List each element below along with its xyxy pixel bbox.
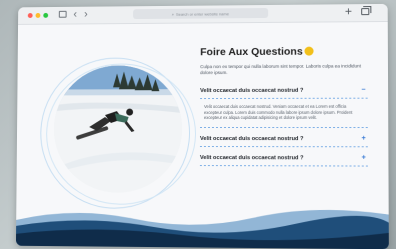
- forward-icon[interactable]: ›: [84, 8, 88, 22]
- page-content: Foire Aux Questions Culpa non ex tempor …: [15, 21, 389, 249]
- address-placeholder: Search or enter website name: [175, 10, 229, 17]
- back-icon[interactable]: ‹: [73, 8, 77, 22]
- faq-question-2[interactable]: Velit occaecat duis occaecat nostrud ? +: [200, 132, 368, 146]
- hero-photo: [53, 65, 183, 194]
- zoom-window-button[interactable]: [43, 12, 49, 18]
- footer-wave: [15, 207, 389, 249]
- faq-section: Foire Aux Questions Culpa non ex tempor …: [199, 44, 368, 167]
- faq-question-3[interactable]: Velit occaecat duis occaecat nostrud ? +: [200, 151, 368, 166]
- expand-icon[interactable]: +: [362, 132, 366, 146]
- faq-question-1[interactable]: Velit occaecat duis occaecat nostrud ? −: [200, 84, 368, 98]
- sidebar-icon[interactable]: [58, 10, 67, 18]
- faq-question-text: Velit occaecat duis occaecat nostrud ?: [199, 154, 304, 161]
- close-window-button[interactable]: [27, 13, 33, 18]
- divider: [199, 126, 368, 128]
- faq-question-text: Velit occaecat duis occaecat nostrud ?: [199, 135, 304, 142]
- browser-window: ‹ › ⌕ Search or enter website name + Foi…: [15, 3, 389, 249]
- address-bar[interactable]: ⌕ Search or enter website name: [133, 7, 269, 20]
- new-tab-icon[interactable]: +: [345, 4, 352, 18]
- faq-title: Foire Aux Questions: [200, 44, 367, 59]
- minimize-window-button[interactable]: [35, 13, 41, 18]
- smiling-face-icon: [304, 46, 314, 56]
- tabs-overview-icon[interactable]: [361, 8, 370, 16]
- faq-title-text: Foire Aux Questions: [200, 45, 303, 59]
- faq-question-text: Velit occaecat duis occaecat nostrud ?: [200, 88, 304, 95]
- expand-icon[interactable]: +: [362, 151, 366, 165]
- faq-intro: Culpa non ex tempor qui nulla laborum si…: [200, 63, 361, 76]
- collapse-icon[interactable]: −: [361, 84, 365, 98]
- search-icon: ⌕: [171, 11, 174, 17]
- faq-answer-1: Velit occaecat duis occaecat nostrud. Ve…: [204, 104, 353, 121]
